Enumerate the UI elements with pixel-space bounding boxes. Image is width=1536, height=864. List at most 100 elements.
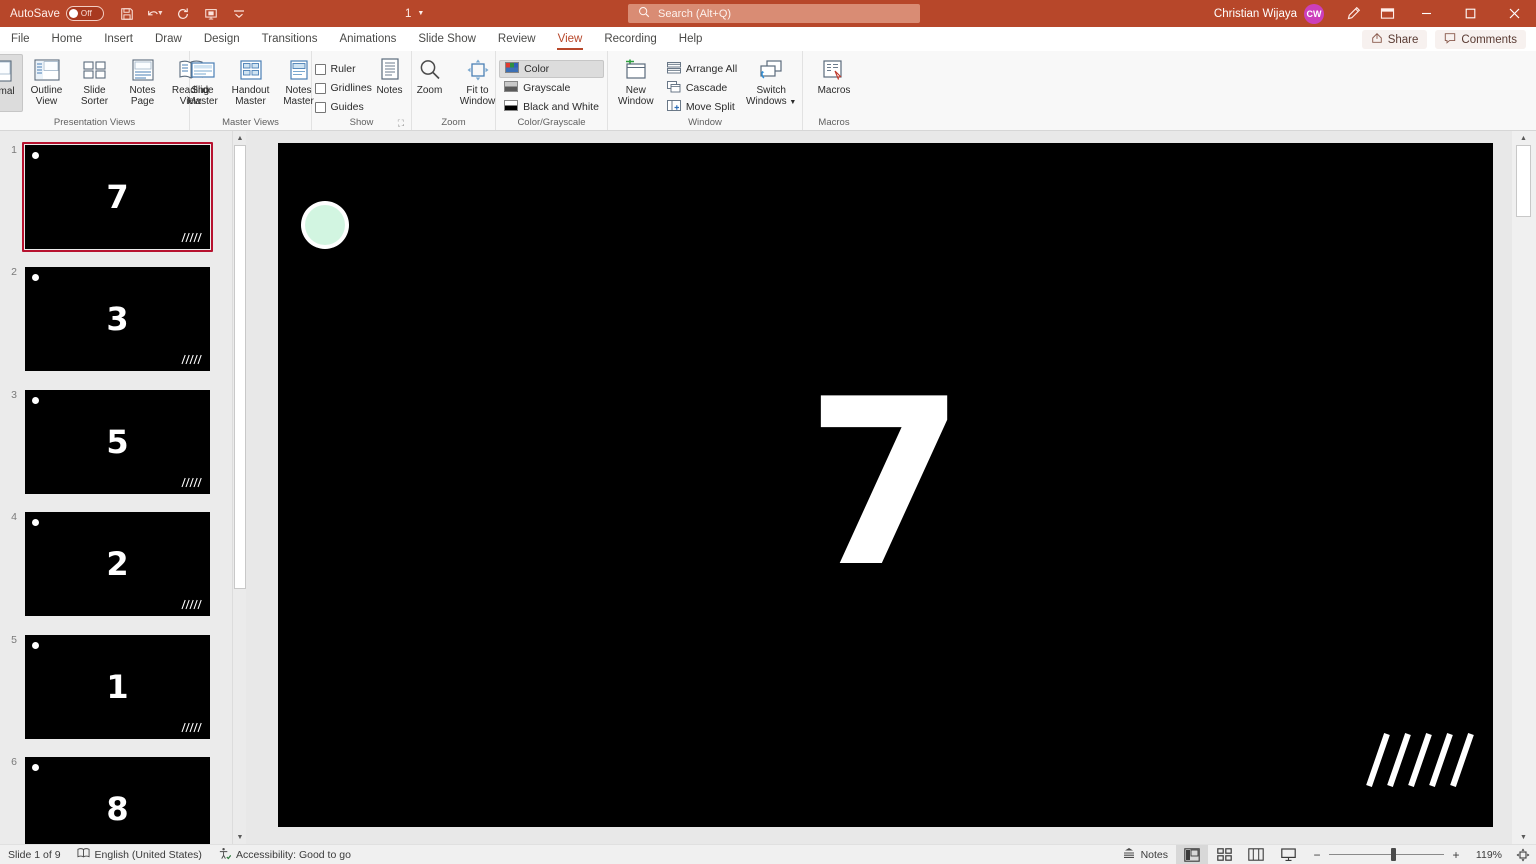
zoom-slider-knob[interactable] <box>1391 848 1396 861</box>
ruler-checkbox-box[interactable] <box>314 63 326 75</box>
gridlines-checkbox[interactable]: Gridlines <box>310 79 372 97</box>
guides-checkbox-box[interactable] <box>314 101 326 113</box>
slide-scroll-down-arrow-icon[interactable]: ▼ <box>1516 830 1531 844</box>
close-button[interactable] <box>1492 0 1536 27</box>
tab-recording[interactable]: Recording <box>593 27 667 51</box>
slide-scroll-up-arrow-icon[interactable]: ▲ <box>1516 131 1531 145</box>
customize-quick-access-toolbar-icon[interactable] <box>226 2 252 26</box>
slide-thumbnail-canvas-5: 1 <box>25 635 210 739</box>
zoom-button[interactable]: Zoom <box>406 54 454 112</box>
gridlines-checkbox-box[interactable] <box>314 82 326 94</box>
slide-area-scrollbar[interactable]: ▲ ▼ <box>1512 131 1536 844</box>
autosave-toggle[interactable]: Off <box>65 6 104 21</box>
thumbnail-panel-scrollbar[interactable]: ▲ ▼ <box>232 131 247 844</box>
current-slide-canvas[interactable]: 7 <box>278 143 1493 827</box>
zoom-percent-label[interactable]: 119% <box>1468 849 1502 861</box>
handout-master-button[interactable]: Handout Master <box>227 54 275 112</box>
slide-thumbnail-5[interactable]: 5 1 <box>0 632 232 742</box>
avatar[interactable]: CW <box>1304 3 1324 24</box>
slide-scrollbar-thumb[interactable] <box>1516 145 1531 217</box>
undo-dropdown-caret[interactable]: ▼ <box>157 10 164 17</box>
show-dialog-launcher[interactable]: ⛶ <box>398 116 404 130</box>
redo-icon[interactable] <box>170 2 196 26</box>
slide-editing-area[interactable]: 7 <box>246 131 1512 844</box>
slide-number-indicator[interactable]: 1 ▼ <box>405 0 424 27</box>
zoom-control[interactable]: − + 119% <box>1304 848 1510 862</box>
reading-view-status-button[interactable] <box>1240 845 1272 864</box>
fit-slide-to-window-button[interactable] <box>1510 845 1536 864</box>
tab-draw[interactable]: Draw <box>144 27 193 51</box>
start-presentation-icon[interactable] <box>198 2 224 26</box>
slide-thumbnail-1[interactable]: 1 7 <box>0 142 232 252</box>
slide-thumbnail-2[interactable]: 2 3 <box>0 264 232 374</box>
slide-count-status[interactable]: Slide 1 of 9 <box>0 845 69 864</box>
slide-thumbnail-4[interactable]: 4 2 <box>0 509 232 619</box>
new-window-button[interactable]: New Window <box>610 54 662 112</box>
autosave-control[interactable]: AutoSave Off <box>10 6 104 21</box>
slide-thumbnail-frame-2[interactable]: 3 <box>22 264 213 374</box>
slide-sorter-status-button[interactable] <box>1208 845 1240 864</box>
normal-view-button[interactable]: Normal <box>0 54 23 112</box>
slide-sorter-button[interactable]: Slide Sorter <box>71 54 119 112</box>
tab-help[interactable]: Help <box>668 27 714 51</box>
fit-to-window-button[interactable]: Fit to Window <box>454 54 502 112</box>
black-and-white-option[interactable]: Black and White <box>499 98 604 116</box>
slide-thumbnail-frame-6[interactable]: 8 <box>22 754 213 844</box>
outline-view-button[interactable]: Outline View <box>23 54 71 112</box>
switch-windows-caret-icon[interactable]: ▼ <box>789 99 796 106</box>
slide-thumbnail-frame-4[interactable]: 2 <box>22 509 213 619</box>
tab-file[interactable]: File <box>0 27 41 51</box>
search-input[interactable]: Search (Alt+Q) <box>628 4 920 23</box>
arrange-all-button[interactable]: Arrange All <box>662 60 742 78</box>
macros-button[interactable]: Macros <box>810 54 858 112</box>
tab-animations[interactable]: Animations <box>328 27 407 51</box>
zoom-in-button[interactable]: + <box>1451 848 1461 862</box>
guides-checkbox[interactable]: Guides <box>310 98 366 116</box>
minimize-button[interactable] <box>1404 0 1448 27</box>
slide-thumbnail-6[interactable]: 6 8 <box>0 754 232 844</box>
grayscale-option[interactable]: Grayscale <box>499 79 604 97</box>
slide-thumbnail-panel[interactable]: 1 7 2 3 3 5 4 2 5 1 6 8 <box>0 131 232 844</box>
chevron-down-icon[interactable]: ▼ <box>417 10 424 17</box>
account-name[interactable]: Christian Wijaya <box>1214 8 1297 20</box>
thumbnail-circle-3 <box>32 397 39 404</box>
move-split-button[interactable]: Move Split <box>662 98 742 116</box>
undo-icon[interactable]: ▼ <box>142 2 168 26</box>
ink-pen-icon[interactable] <box>1336 0 1370 27</box>
slide-thumbnail-frame-3[interactable]: 5 <box>22 387 213 497</box>
zoom-out-button[interactable]: − <box>1312 848 1322 862</box>
ruler-checkbox[interactable]: Ruler <box>310 60 366 78</box>
tab-slide-show[interactable]: Slide Show <box>407 27 487 51</box>
tab-design[interactable]: Design <box>193 27 251 51</box>
switch-windows-button[interactable]: Switch Windows ▼ <box>742 54 800 112</box>
tab-review[interactable]: Review <box>487 27 547 51</box>
slide-thumbnail-frame-1[interactable]: 7 <box>22 142 213 252</box>
slide-show-status-button[interactable] <box>1272 845 1304 864</box>
slide-thumbnail-3[interactable]: 3 5 <box>0 387 232 497</box>
color-option[interactable]: Color <box>499 60 604 78</box>
save-icon[interactable] <box>114 2 140 26</box>
tab-transitions[interactable]: Transitions <box>251 27 329 51</box>
accessibility-status[interactable]: Accessibility: Good to go <box>210 845 359 864</box>
comments-button[interactable]: Comments <box>1435 30 1526 49</box>
maximize-button[interactable] <box>1448 0 1492 27</box>
tab-view[interactable]: View <box>547 27 594 51</box>
scroll-down-arrow-icon[interactable]: ▼ <box>233 830 247 844</box>
tab-insert[interactable]: Insert <box>93 27 144 51</box>
slide-thumbnail-frame-5[interactable]: 1 <box>22 632 213 742</box>
notes-pane-toggle[interactable]: Notes <box>1114 845 1176 864</box>
tab-home[interactable]: Home <box>41 27 94 51</box>
slide-slashes-shape[interactable] <box>1365 731 1475 789</box>
share-label: Share <box>1387 33 1419 46</box>
share-button[interactable]: Share <box>1361 30 1428 49</box>
slide-number-text[interactable]: 7 <box>278 143 1493 827</box>
scrollbar-thumb[interactable] <box>234 145 246 589</box>
scroll-up-arrow-icon[interactable]: ▲ <box>233 131 247 145</box>
slide-master-button[interactable]: Slide Master <box>179 54 227 112</box>
ribbon-display-options-icon[interactable] <box>1370 0 1404 27</box>
language-status[interactable]: English (United States) <box>69 845 210 864</box>
normal-view-status-button[interactable] <box>1176 844 1208 864</box>
notes-page-button[interactable]: Notes Page <box>119 54 167 112</box>
cascade-button[interactable]: Cascade <box>662 79 742 97</box>
zoom-slider[interactable] <box>1329 848 1444 861</box>
